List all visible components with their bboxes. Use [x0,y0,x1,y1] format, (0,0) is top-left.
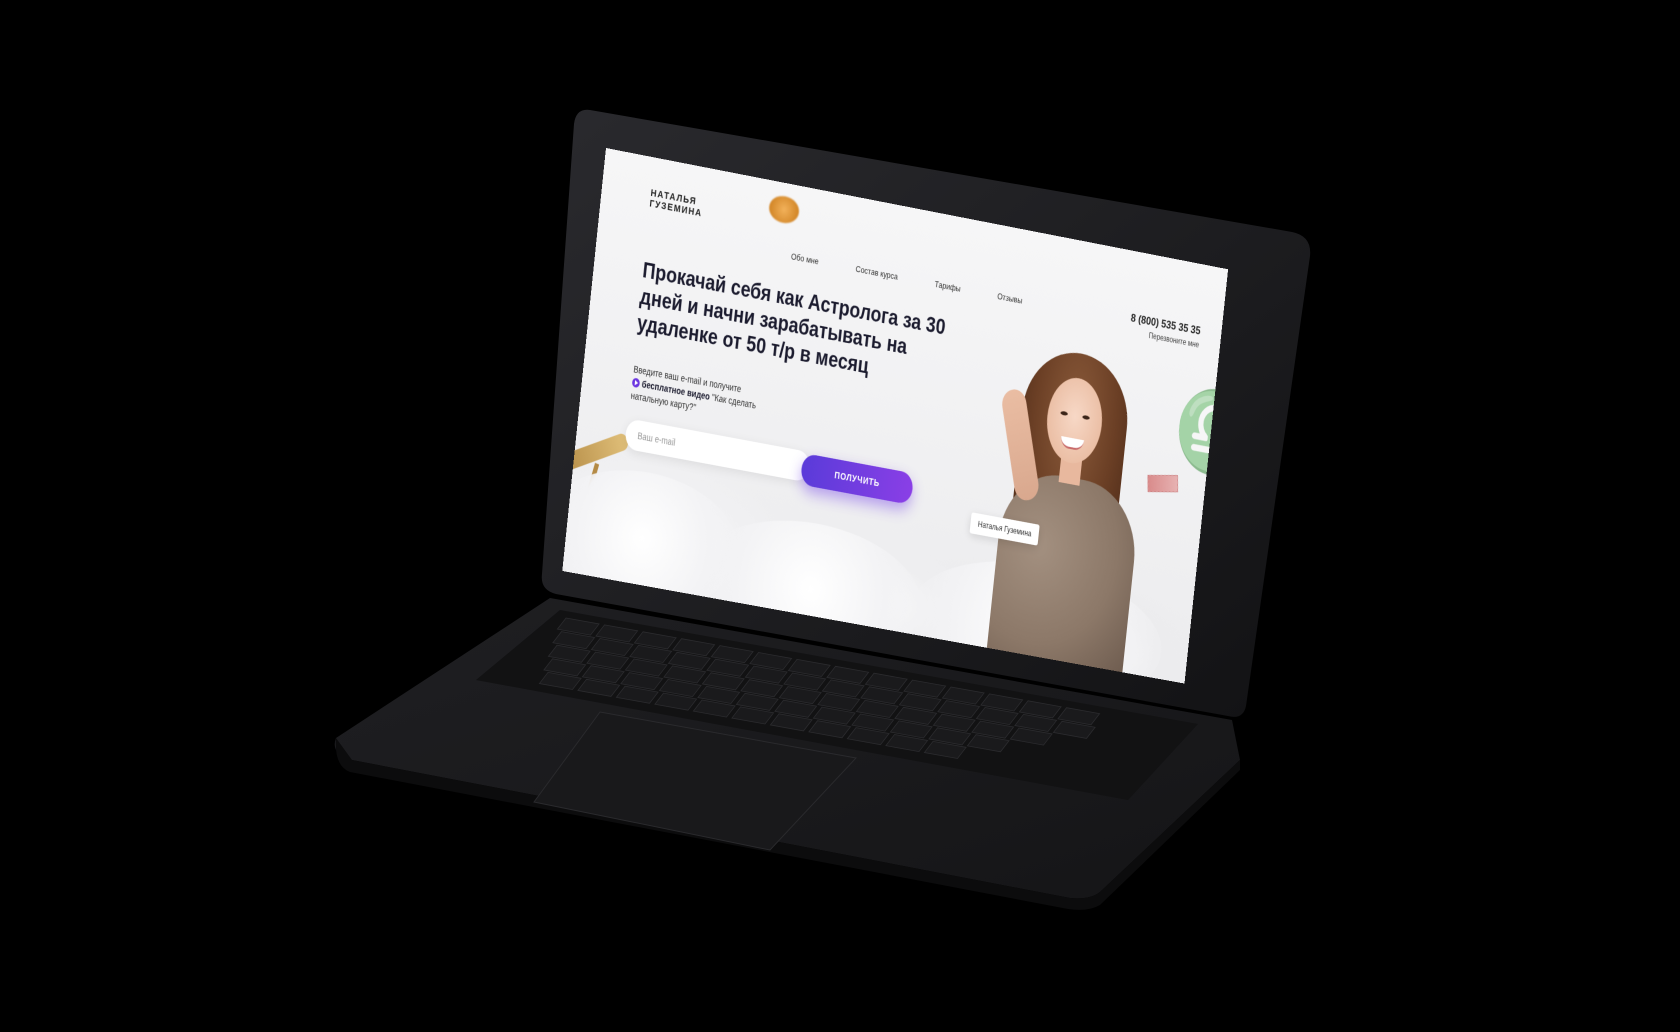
nav-reviews[interactable]: Отзывы [997,291,1023,306]
submit-button[interactable]: ПОЛУЧИТЬ [800,453,914,505]
site-logo[interactable]: НАТАЛЬЯ ГУЗЕМИНА [649,188,704,219]
sun-decoration [768,194,801,226]
nav-course[interactable]: Состав курса [855,264,898,282]
author-photo [976,327,1166,675]
hero-intro: Введите ваш e-mail и получите бесплатное… [630,362,794,431]
banknote-decoration [1148,475,1178,492]
nav-about[interactable]: Обо мне [791,251,819,266]
nav-pricing[interactable]: Тарифы [934,279,961,294]
laptop-mockup: ♎ НАТАЛЬЯ ГУЗЕМИНА Обо мне Состав курса … [0,0,1680,1027]
play-icon [632,377,640,388]
contact-block: 8 (800) 535 35 35 Перезвоните мне [1129,311,1201,349]
